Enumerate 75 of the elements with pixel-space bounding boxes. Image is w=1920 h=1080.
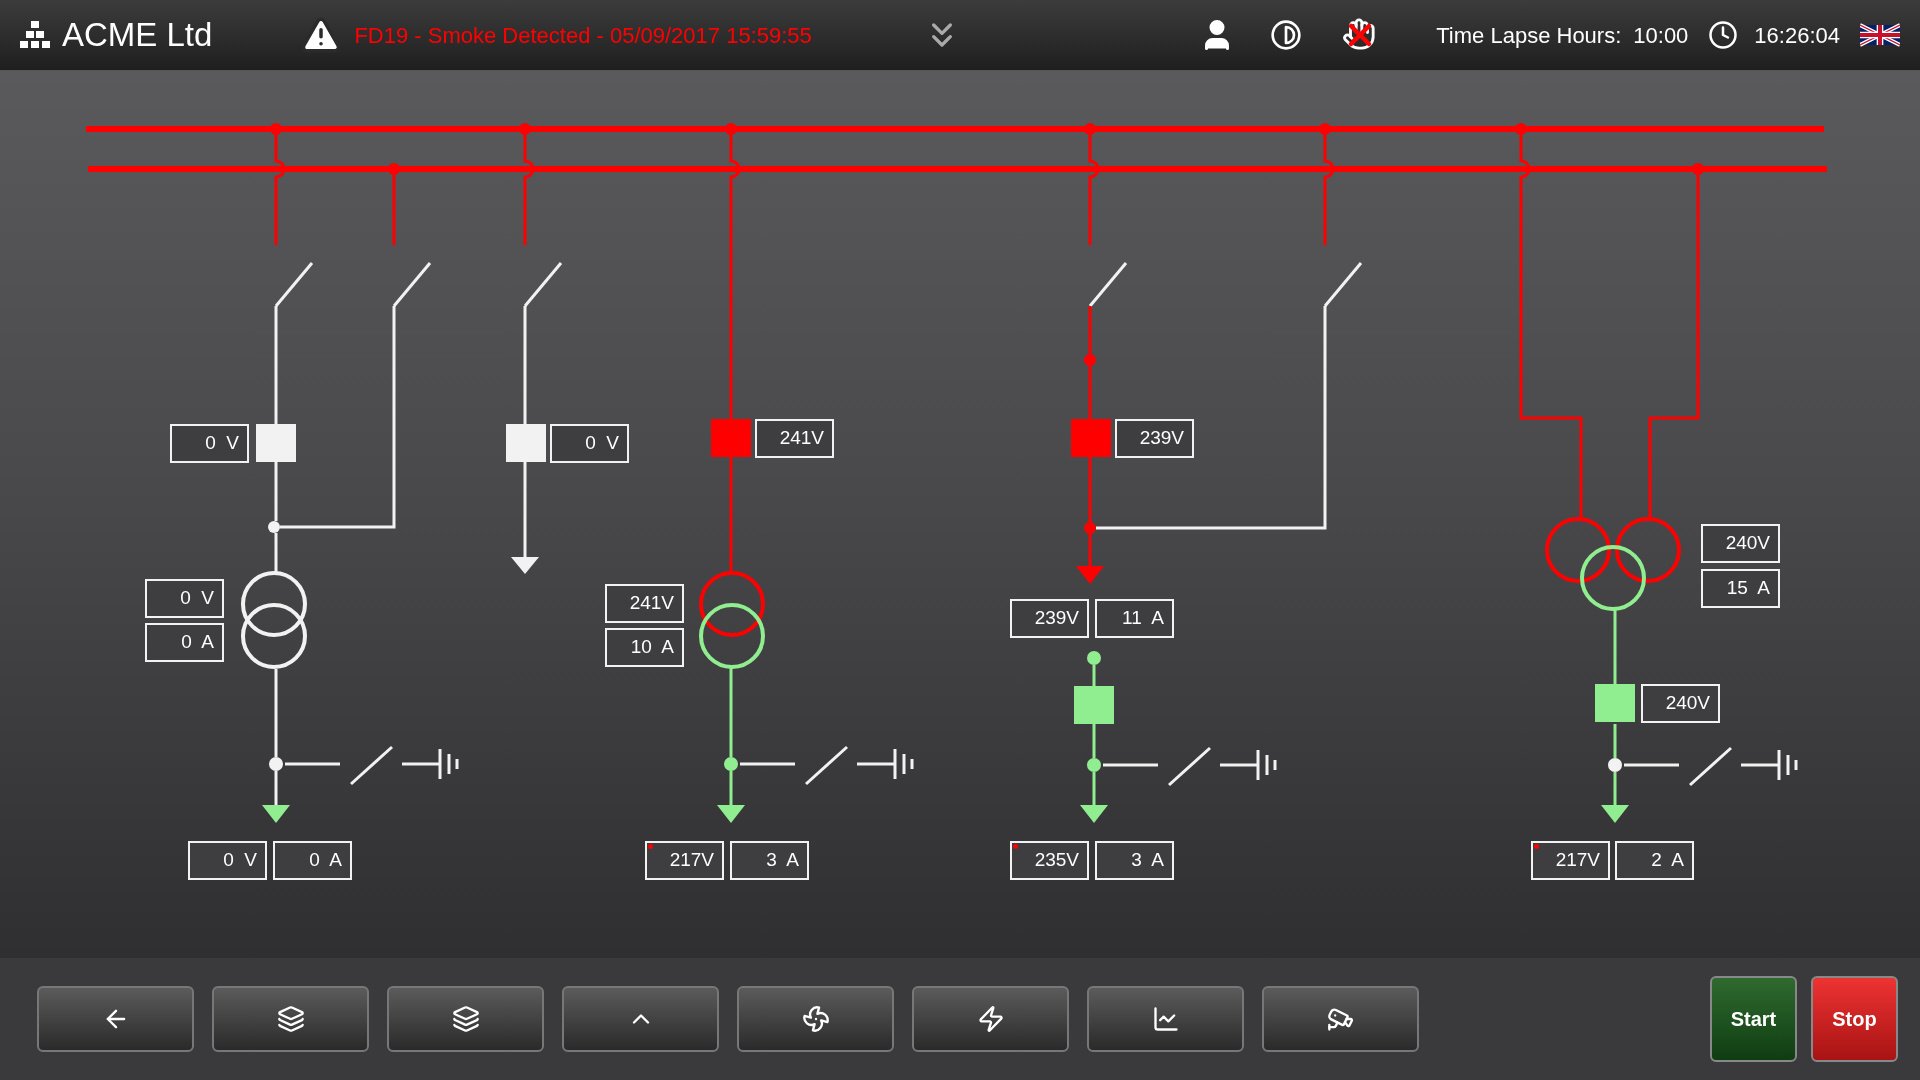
circuit-breaker-icon bbox=[1595, 684, 1635, 722]
load-arrow-icon bbox=[511, 557, 539, 574]
readout-field: 241V bbox=[605, 584, 684, 623]
disconnector-switch-icon bbox=[392, 262, 432, 307]
load-arrow-icon bbox=[717, 805, 745, 823]
fan-icon bbox=[801, 1005, 830, 1033]
disconnector-switch-icon bbox=[1088, 262, 1128, 307]
junction-dot bbox=[1084, 354, 1096, 366]
circuit-breaker-icon bbox=[506, 424, 546, 462]
time-lapse-label: Time Lapse Hours: bbox=[1436, 21, 1622, 50]
readout-field: 240V bbox=[1641, 684, 1720, 723]
readout-field: 0 V bbox=[170, 424, 249, 463]
transformer-icon bbox=[241, 571, 307, 669]
hierarchy-icon bbox=[20, 21, 50, 49]
company-name: ACME Ltd bbox=[62, 15, 213, 56]
junction-dot bbox=[724, 757, 738, 771]
clock-time: 16:26:04 bbox=[1754, 21, 1840, 50]
layers-icon bbox=[276, 1005, 305, 1033]
readout-field: 241V bbox=[755, 419, 834, 458]
uk-flag-icon[interactable] bbox=[1860, 23, 1900, 47]
contrast-icon[interactable] bbox=[1270, 19, 1303, 51]
earth-switch-icon bbox=[1103, 746, 1277, 787]
earth-switch-icon bbox=[285, 745, 459, 786]
readout-field: 240V bbox=[1701, 524, 1780, 563]
toolbar-button[interactable] bbox=[387, 986, 544, 1052]
circuit-breaker-icon bbox=[256, 424, 296, 462]
junction-dot bbox=[1084, 522, 1096, 534]
readout-field: 239V bbox=[1115, 419, 1194, 458]
transformer-icon bbox=[1545, 517, 1681, 611]
readout-field: 11 A bbox=[1095, 599, 1174, 638]
readout-field: 217V bbox=[1531, 841, 1610, 880]
readout-field: 217V bbox=[645, 841, 724, 880]
readout-field: 0 V bbox=[188, 841, 267, 880]
earth-switch-icon bbox=[1624, 746, 1798, 787]
earth-switch-icon bbox=[740, 745, 914, 786]
readout-field: 2 A bbox=[1615, 841, 1694, 880]
load-arrow-icon bbox=[1601, 805, 1629, 823]
disconnector-switch-icon bbox=[1323, 262, 1363, 307]
time-lapse-value: 10:00 bbox=[1633, 21, 1689, 50]
camera-icon bbox=[1326, 1005, 1355, 1033]
junction-dot bbox=[269, 757, 283, 771]
readout-field: 15 A bbox=[1701, 569, 1780, 608]
transformer-icon bbox=[699, 571, 765, 669]
circuit-breaker-icon bbox=[711, 419, 751, 457]
readout-field: 3 A bbox=[730, 841, 809, 880]
junction-dot bbox=[268, 521, 280, 533]
readout-field: 235V bbox=[1010, 841, 1089, 880]
start-button[interactable]: Start bbox=[1710, 976, 1797, 1062]
lightning-icon bbox=[976, 1005, 1005, 1033]
readout-field: 0 V bbox=[550, 424, 629, 463]
circuit-breaker-icon bbox=[1074, 686, 1114, 724]
load-arrow-icon bbox=[1080, 805, 1108, 823]
toolbar-button[interactable] bbox=[212, 986, 369, 1052]
stop-button[interactable]: Stop bbox=[1811, 976, 1898, 1062]
line-chart-icon bbox=[1151, 1005, 1180, 1033]
wire-line bbox=[392, 173, 396, 245]
readout-field: 0 A bbox=[273, 841, 352, 880]
readout-field: 10 A bbox=[605, 628, 684, 667]
toolbar-button[interactable] bbox=[737, 986, 894, 1052]
alarm-message: FD19 - Smoke Detected - 05/09/2017 15:59:55 bbox=[354, 21, 812, 50]
readout-field: 239V bbox=[1010, 599, 1089, 638]
readout-field: 0 A bbox=[145, 623, 224, 662]
toolbar-button[interactable] bbox=[1262, 986, 1419, 1052]
disconnector-switch-icon bbox=[523, 262, 563, 307]
readout-field: 0 V bbox=[145, 579, 224, 618]
load-arrow-icon bbox=[262, 805, 290, 823]
layers-icon bbox=[451, 1005, 480, 1033]
load-arrow-icon bbox=[1076, 566, 1104, 584]
readout-field: 3 A bbox=[1095, 841, 1174, 880]
junction-dot bbox=[1087, 758, 1101, 772]
junction-dot bbox=[1087, 651, 1101, 665]
circuit-breaker-icon bbox=[1071, 419, 1111, 457]
clock-icon bbox=[1708, 20, 1739, 50]
disconnector-switch-icon bbox=[274, 262, 314, 307]
junction-dot bbox=[1608, 758, 1622, 772]
